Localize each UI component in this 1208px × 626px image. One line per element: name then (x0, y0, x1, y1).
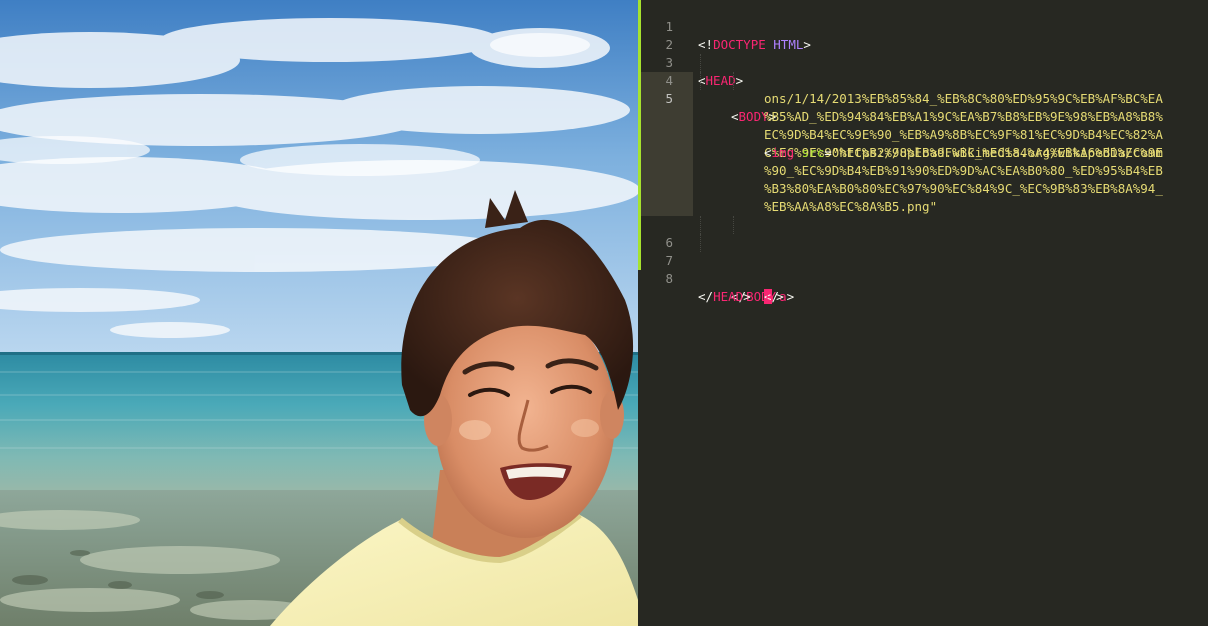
wrapped-string-segment: %90_%EC%9D%B4%EB%91%90%ED%9D%AC%EA%B0%80… (764, 163, 1163, 178)
indent-guide (700, 216, 701, 234)
code-line-2[interactable]: 2 (638, 18, 1208, 52)
wrapped-string-segment: %EB%AA%A8%EC%8A%B5.png" (764, 199, 938, 214)
code-line-4[interactable]: 4 <BODY> (638, 54, 1208, 124)
indent-guide (733, 72, 734, 90)
line-number: 5 (665, 91, 673, 106)
code-line-7[interactable]: 7 </BODY> (638, 234, 1208, 304)
code-line-6[interactable]: 6 </a> (638, 216, 1208, 304)
photo-illustration (0, 0, 638, 626)
portrait-photo (0, 0, 638, 626)
code-line-8[interactable]: 8 </HEAD> (638, 252, 1208, 304)
indent-guide (733, 216, 734, 234)
indent-guide (700, 234, 701, 252)
wrapped-string-segment: ons/1/14/2013%EB%85%84_%EB%8C%80%ED%95%9… (764, 91, 1163, 106)
line-content: <img src="https://upload.wikimedia.org/w… (764, 145, 1163, 160)
wrapped-string-segment: EC%9D%B4%EC%9E%90_%EB%A9%8B%EC%9F%81%EC%… (764, 127, 1163, 142)
code-line-1[interactable]: 1 <!DOCTYPE HTML> (638, 0, 1208, 52)
screen: 1 <!DOCTYPE HTML> 2 3 <HEAD> 4 <BODY> 5 … (0, 0, 1208, 626)
code-text[interactable]: 1 <!DOCTYPE HTML> 2 3 <HEAD> 4 <BODY> 5 … (638, 0, 1208, 304)
line-content: </HEAD> (698, 289, 751, 304)
code-line-3[interactable]: 3 <HEAD> (638, 36, 1208, 88)
code-editor[interactable]: 1 <!DOCTYPE HTML> 2 3 <HEAD> 4 <BODY> 5 … (638, 0, 1208, 626)
wrapped-string-segment: %B3%80%EA%B0%80%EC%97%90%EC%84%9C_%EC%9B… (764, 181, 1163, 196)
wrapped-string-segment: %B5%AD_%ED%94%84%EB%A1%9C%EA%B7%B8%EB%9E… (764, 109, 1163, 124)
indent-guide (700, 54, 701, 72)
indent-guide (700, 72, 701, 90)
line-number: 8 (665, 271, 673, 286)
code-line-5[interactable]: 5 <img src="https://upload.wikimedia.org… (638, 72, 1208, 216)
